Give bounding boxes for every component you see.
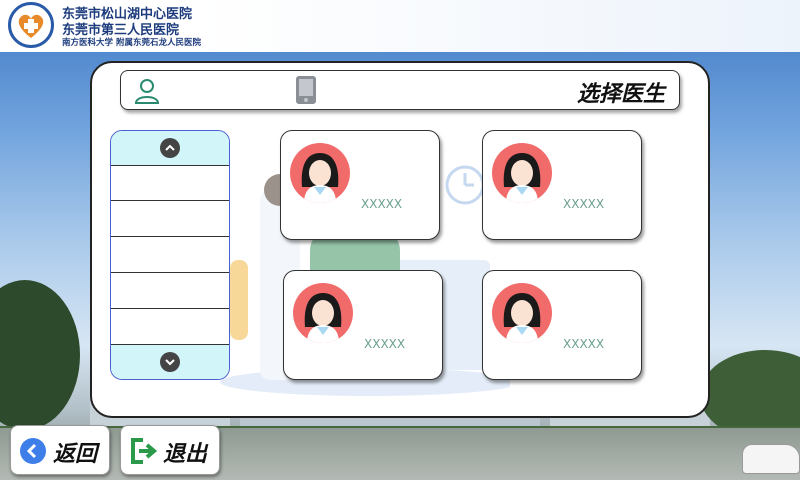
doctor-card[interactable]: XXXXX [280,130,440,240]
list-item[interactable] [111,309,229,345]
scroll-up-area [111,131,229,166]
doctor-name: XXXXX [563,197,605,211]
hospital-name-3: 南方医科大学 附属东莞石龙人民医院 [62,38,201,48]
doctor-avatar [492,283,552,343]
doctor-avatar-icon [301,153,339,203]
hospital-logo [8,2,54,48]
back-arrow-icon [20,438,46,464]
doctor-name: XXXXX [563,337,605,351]
back-label: 返回 [53,442,98,467]
doctor-card[interactable]: XXXXX [482,130,642,240]
user-icon [134,79,160,104]
tree [0,280,80,430]
scroll-up-button[interactable] [160,138,180,158]
doctor-avatar-icon [503,293,541,343]
header-band [195,0,800,52]
page-title: 选择医生 [576,82,665,107]
scroll-down-button[interactable] [160,352,180,372]
car [742,444,800,474]
doctor-avatar [290,143,350,203]
list-item[interactable] [111,201,229,237]
doctor-card[interactable]: XXXXX [482,270,642,380]
tablet-icon [296,76,316,104]
header: 东莞市松山湖中心医院 东莞市第三人民医院 南方医科大学 附属东莞石龙人民医院 [0,0,800,52]
doctor-avatar [492,143,552,203]
back-button[interactable]: 返回 [10,425,110,475]
chevron-up-icon [165,144,175,151]
exit-button[interactable]: 退出 [120,425,220,475]
list-item[interactable] [111,165,229,201]
scroll-down-area [111,344,229,379]
heart-cross-icon [18,14,44,39]
category-list [110,130,230,380]
doctor-avatar [293,283,353,343]
doctor-name: XXXXX [361,197,403,211]
list-item[interactable] [111,237,229,273]
doctor-name: XXXXX [364,337,406,351]
chevron-down-icon [165,359,175,366]
doctor-avatar-icon [503,153,541,203]
doctor-avatar-icon [304,293,342,343]
exit-icon [131,438,157,464]
title-bar: 选择医生 [120,70,680,110]
exit-label: 退出 [163,442,208,467]
list-item[interactable] [111,273,229,309]
doctor-card[interactable]: XXXXX [283,270,443,380]
